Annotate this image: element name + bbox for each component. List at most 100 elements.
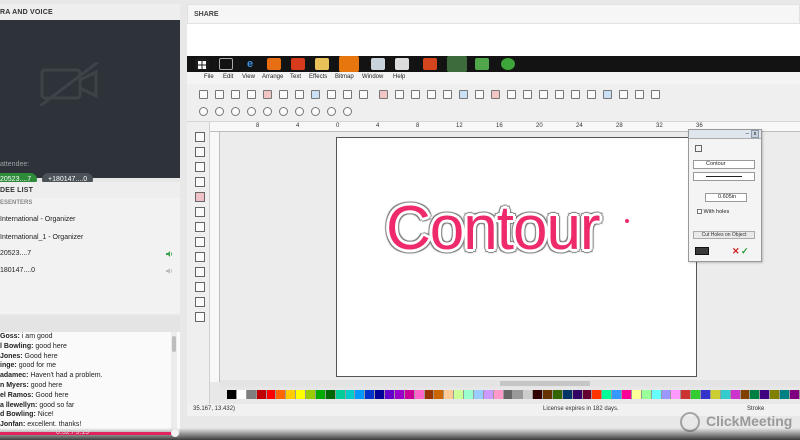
pointer-tool-icon[interactable] (195, 132, 205, 142)
toolbar-button-icon[interactable] (199, 90, 208, 99)
docker-titlebar[interactable]: – x (689, 130, 761, 139)
color-swatch[interactable] (562, 390, 573, 399)
edge-browser-icon[interactable]: e (243, 58, 257, 70)
color-swatch[interactable] (306, 390, 316, 399)
toolbar-button-icon[interactable] (263, 90, 272, 99)
toolbar-button-icon[interactable] (475, 90, 484, 99)
color-swatch[interactable] (572, 390, 583, 399)
with-holes-checkbox[interactable]: With holes (697, 209, 729, 215)
toolbar-button-icon[interactable] (651, 90, 660, 99)
color-swatch[interactable] (681, 390, 692, 399)
docker-minimize-icon[interactable]: – (746, 131, 749, 137)
toolbar-button-icon[interactable] (619, 90, 628, 99)
color-swatch[interactable] (503, 390, 514, 399)
toolbar-button-icon[interactable] (555, 90, 564, 99)
toolbar-button-icon[interactable] (411, 90, 420, 99)
color-swatch[interactable] (483, 390, 494, 399)
color-swatch[interactable] (552, 390, 563, 399)
color-swatch[interactable] (730, 390, 741, 399)
color-swatch[interactable] (464, 390, 474, 399)
zoom-tool-icon[interactable] (279, 107, 288, 116)
toolbar-button-icon[interactable] (539, 90, 548, 99)
contour-color-swatch[interactable] (695, 247, 709, 255)
color-swatch[interactable] (246, 390, 257, 399)
zoom-tool-icon[interactable] (311, 107, 320, 116)
app-icon-green[interactable] (475, 58, 489, 70)
toolbar-button-icon[interactable] (587, 90, 596, 99)
contour-text-object[interactable]: Contour (386, 193, 601, 264)
toolbar-button-icon[interactable] (327, 90, 336, 99)
mail-icon[interactable] (371, 58, 385, 70)
color-swatch[interactable] (543, 390, 553, 399)
files-icon[interactable] (315, 58, 329, 70)
color-swatch[interactable] (661, 390, 672, 399)
color-swatch[interactable] (345, 390, 356, 399)
contour-tool-icon[interactable] (195, 237, 205, 247)
color-swatch[interactable] (523, 390, 534, 399)
zoom-tool-icon[interactable] (215, 107, 224, 116)
attendee-row[interactable]: 20523....7 (0, 250, 31, 257)
toolbar-button-icon[interactable] (459, 90, 468, 99)
toolbar-button-icon[interactable] (247, 90, 256, 99)
menu-effects[interactable]: Effects (309, 74, 327, 80)
color-swatch[interactable] (780, 390, 790, 399)
eyedropper-tool-icon[interactable] (195, 282, 205, 292)
selection-node[interactable] (624, 218, 630, 224)
zoom-tool-icon[interactable] (263, 107, 272, 116)
color-swatch[interactable] (296, 390, 306, 399)
toolbar-button-icon[interactable] (279, 90, 288, 99)
color-swatch[interactable] (454, 390, 464, 399)
pen-tool-icon[interactable] (195, 192, 205, 202)
color-swatch[interactable] (365, 390, 376, 399)
toolbar-button-icon[interactable] (427, 90, 436, 99)
color-swatch[interactable] (592, 390, 603, 399)
color-swatch[interactable] (335, 390, 346, 399)
menu-file[interactable]: File (204, 74, 214, 80)
windows-start-icon[interactable] (195, 58, 209, 70)
color-swatch[interactable] (325, 390, 336, 399)
attendee-row[interactable]: International - Organizer (0, 216, 75, 223)
firefox-icon[interactable] (339, 56, 359, 72)
zoom-tool-icon[interactable] (327, 107, 336, 116)
color-swatch[interactable] (691, 390, 701, 399)
menu-edit[interactable]: Edit (223, 74, 233, 80)
color-swatch[interactable] (760, 390, 771, 399)
color-swatch[interactable] (256, 390, 267, 399)
offset-input[interactable]: 0.605in (705, 193, 747, 202)
ellipse-tool-icon[interactable] (195, 267, 205, 277)
color-swatch[interactable] (276, 390, 287, 399)
app-icon-orange[interactable] (267, 58, 281, 70)
toolbar-button-icon[interactable] (507, 90, 516, 99)
shape-tool-icon[interactable] (195, 177, 205, 187)
zoom-tool-icon[interactable] (295, 107, 304, 116)
chat-scrollbar[interactable] (171, 332, 177, 440)
contour-tool-icon[interactable] (695, 145, 702, 152)
color-swatch[interactable] (602, 390, 613, 399)
color-swatch[interactable] (641, 390, 652, 399)
menu-view[interactable]: View (242, 74, 255, 80)
menu-text[interactable]: Text (290, 74, 301, 80)
color-swatch[interactable] (236, 390, 247, 399)
color-swatch[interactable] (424, 390, 435, 399)
menu-arrange[interactable]: Arrange (262, 74, 283, 80)
toolbar-button-icon[interactable] (443, 90, 452, 99)
rectangle-tool-icon[interactable] (195, 252, 205, 262)
color-swatch[interactable] (473, 390, 484, 399)
docker-close-icon[interactable]: x (751, 130, 759, 138)
color-swatch[interactable] (671, 390, 682, 399)
zoom-tool-icon[interactable] (199, 107, 208, 116)
color-swatch[interactable] (622, 390, 632, 399)
toolbar-button-icon[interactable] (571, 90, 580, 99)
toolbar-button-icon[interactable] (395, 90, 404, 99)
text-tool-icon[interactable] (195, 147, 205, 157)
store-icon[interactable] (291, 58, 305, 70)
chat-scroll-thumb[interactable] (172, 336, 176, 352)
weld-tool-icon[interactable] (195, 222, 205, 232)
color-swatch[interactable] (266, 390, 277, 399)
zoom-tool-icon[interactable] (231, 107, 240, 116)
color-swatch[interactable] (720, 390, 731, 399)
fill-tool-icon[interactable] (195, 207, 205, 217)
toolbar-button-icon[interactable] (231, 90, 240, 99)
cut-holes-button[interactable]: Cut Holes on Object (693, 231, 755, 239)
toolbar-button-icon[interactable] (359, 90, 368, 99)
